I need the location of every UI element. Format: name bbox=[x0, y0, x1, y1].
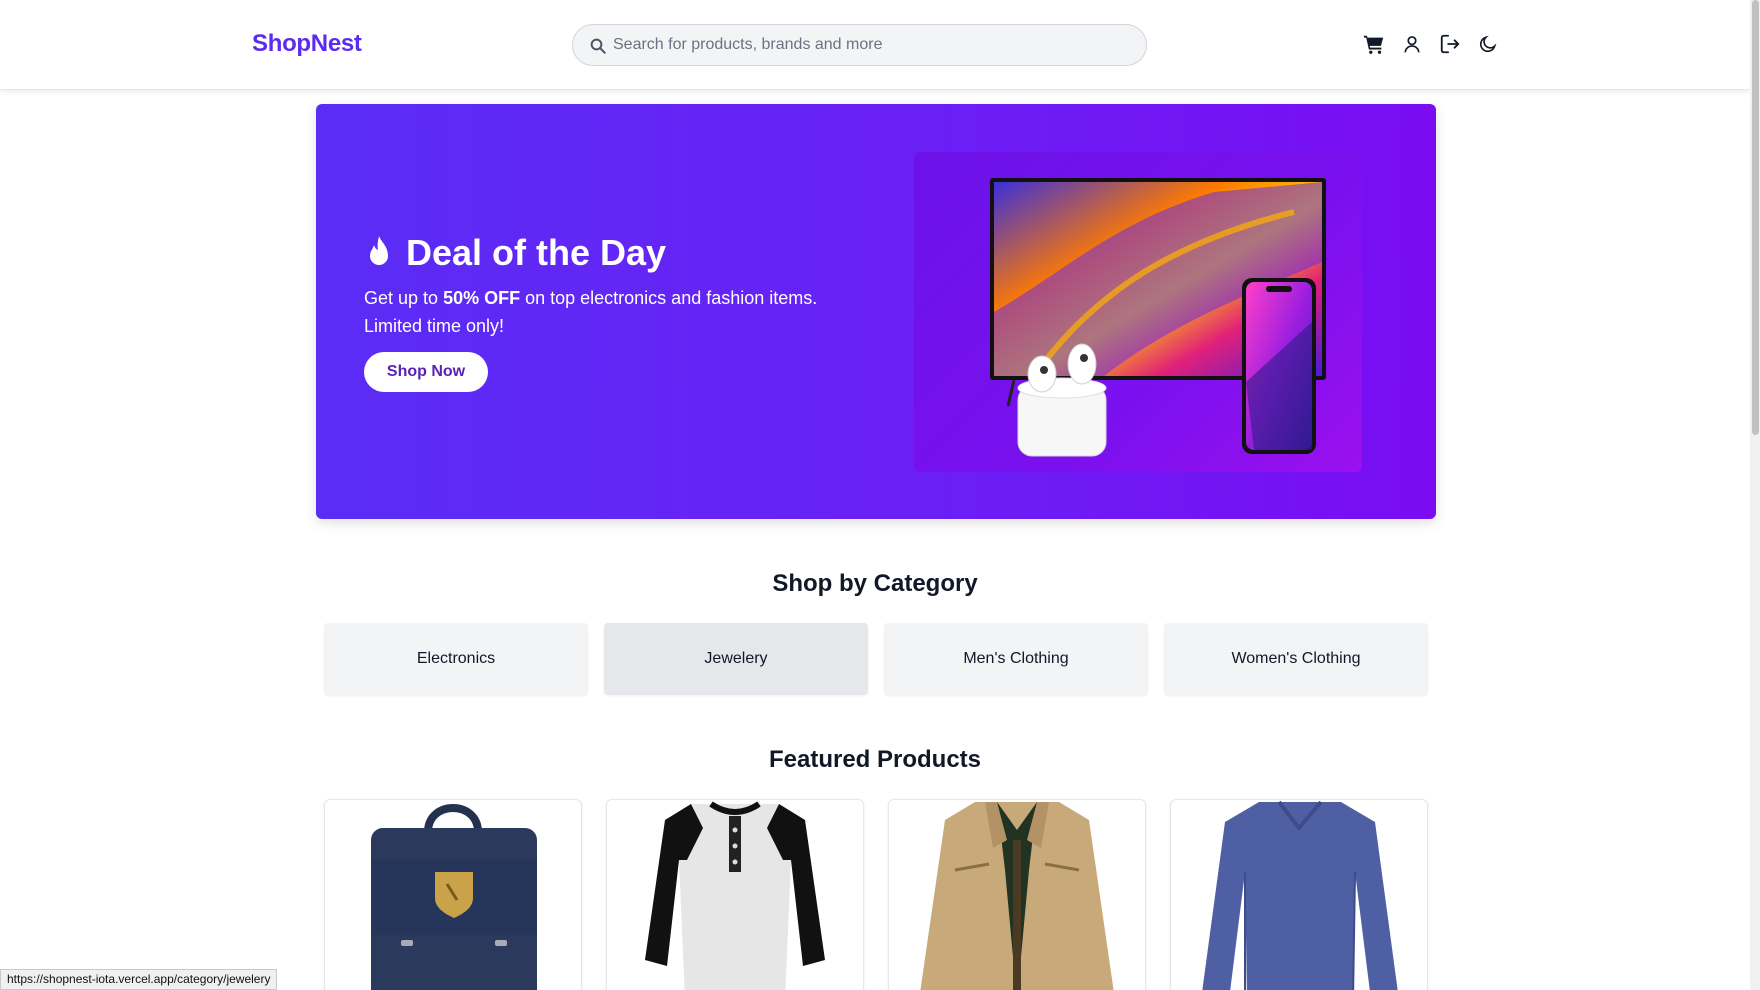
cart-icon[interactable] bbox=[1362, 32, 1386, 56]
backpack-image bbox=[371, 804, 537, 990]
deal-banner: Deal of the Day Get up to 50% OFF on top… bbox=[316, 104, 1436, 519]
featured-section-title: Featured Products bbox=[768, 746, 982, 773]
shop-now-button[interactable]: Shop Now bbox=[364, 352, 488, 392]
page: ShopNest Dea bbox=[0, 0, 1760, 990]
product-card[interactable] bbox=[324, 799, 582, 990]
scrollbar[interactable] bbox=[1750, 0, 1760, 990]
product-card[interactable] bbox=[888, 799, 1146, 990]
nav-icons bbox=[1362, 32, 1500, 56]
status-url: https://shopnest-iota.vercel.app/categor… bbox=[0, 969, 278, 990]
hero-title: Deal of the Day bbox=[364, 232, 666, 274]
category-womens-clothing[interactable]: Women's Clothing bbox=[1164, 623, 1428, 695]
henley-shirt-image bbox=[645, 801, 825, 990]
search-icon bbox=[590, 38, 606, 54]
logout-icon[interactable] bbox=[1438, 32, 1462, 56]
category-list: Electronics Jewelery Men's Clothing Wome… bbox=[324, 623, 1428, 695]
hero-title-text: Deal of the Day bbox=[406, 232, 667, 273]
category-section-title: Shop by Category bbox=[772, 570, 978, 597]
product-card[interactable] bbox=[606, 799, 864, 990]
hero-desc-highlight: 50% OFF bbox=[443, 288, 521, 308]
long-sleeve-shirt-image bbox=[1202, 800, 1398, 990]
category-electronics[interactable]: Electronics bbox=[324, 623, 588, 695]
moon-icon[interactable] bbox=[1476, 32, 1500, 56]
category-jewelery[interactable]: Jewelery bbox=[604, 623, 868, 695]
navbar: ShopNest bbox=[0, 0, 1750, 90]
category-mens-clothing[interactable]: Men's Clothing bbox=[884, 623, 1148, 695]
search-input[interactable] bbox=[613, 25, 1133, 65]
search-bar[interactable] bbox=[572, 24, 1147, 66]
fire-icon bbox=[370, 236, 388, 265]
user-icon[interactable] bbox=[1400, 32, 1424, 56]
product-grid bbox=[324, 799, 1428, 990]
hero-desc-prefix: Get up to bbox=[364, 288, 444, 308]
jacket-image bbox=[920, 802, 1114, 990]
hero-description: Get up to 50% OFF on top electronics and… bbox=[364, 284, 844, 340]
hero-image bbox=[914, 152, 1362, 472]
brand-logo[interactable]: ShopNest bbox=[252, 30, 362, 58]
product-card[interactable] bbox=[1170, 799, 1428, 990]
scroll-thumb[interactable] bbox=[1752, 0, 1759, 435]
